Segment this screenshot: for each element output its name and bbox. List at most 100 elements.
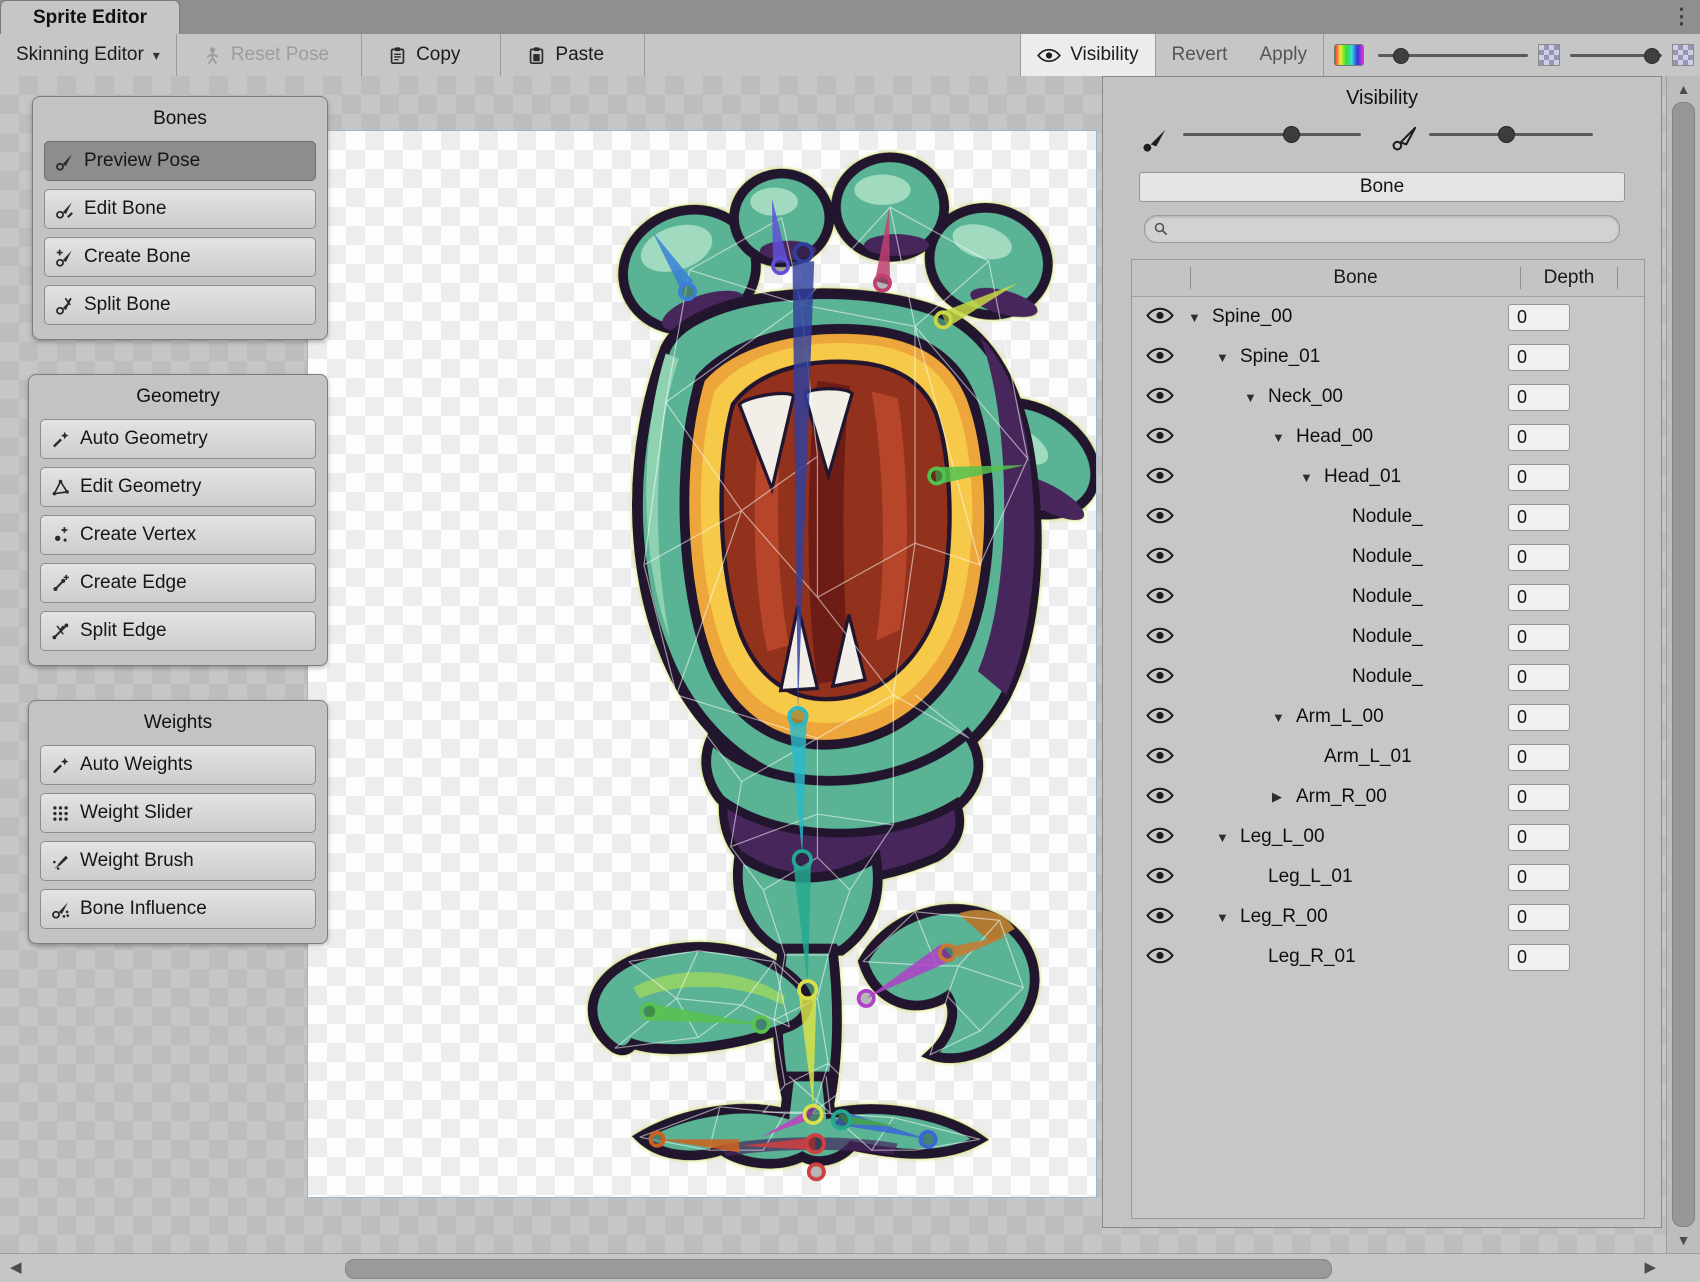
tool-button-bone-influence[interactable]: Bone Influence [40,889,316,929]
visibility-eye-toggle[interactable] [1146,786,1176,808]
scroll-down-arrow-icon[interactable]: ▼ [1667,1232,1700,1248]
depth-input[interactable] [1508,864,1570,891]
bone-row-label[interactable]: Leg_R_01 [1268,946,1508,968]
visibility-eye-toggle[interactable] [1146,546,1176,568]
depth-input[interactable] [1508,464,1570,491]
monster-sprite-with-skeleton[interactable] [308,131,1096,1197]
tool-button-create-edge[interactable]: Create Edge [40,563,316,603]
bone-opacity-slider[interactable] [1183,124,1361,144]
vertical-scrollbar[interactable]: ▲ ▼ [1666,76,1700,1253]
tool-button-preview-pose[interactable]: Preview Pose [44,141,316,181]
bone-row-label[interactable]: Spine_01 [1240,346,1508,368]
depth-input[interactable] [1508,504,1570,531]
scroll-right-arrow-icon[interactable]: ▶ [1644,1258,1656,1276]
bone-row[interactable]: ▼ Neck_00 [1132,377,1644,417]
tool-button-weight-brush[interactable]: Weight Brush [40,841,316,881]
tool-button-edit-geometry[interactable]: Edit Geometry [40,467,316,507]
tool-button-split-bone[interactable]: Split Bone [44,285,316,325]
foldout-arrow-icon[interactable]: ▼ [1216,910,1240,925]
bone-row[interactable]: ▼ Leg_L_00 [1132,817,1644,857]
overlay-opacity-slider[interactable] [1570,45,1662,65]
foldout-arrow-icon[interactable]: ▼ [1272,430,1296,445]
bone-row[interactable]: ▼ Spine_01 [1132,337,1644,377]
visibility-eye-toggle[interactable] [1146,386,1176,408]
depth-input[interactable] [1508,344,1570,371]
bone-row-label[interactable]: Nodule_ [1352,666,1508,688]
bone-search-box[interactable] [1144,215,1620,243]
visibility-eye-toggle[interactable] [1146,906,1176,928]
bone-row[interactable]: Leg_R_01 [1132,937,1644,977]
visibility-eye-toggle[interactable] [1146,426,1176,448]
bone-row-label[interactable]: Head_01 [1324,466,1508,488]
visibility-eye-toggle[interactable] [1146,626,1176,648]
bone-row[interactable]: Nodule_ [1132,657,1644,697]
bone-row-label[interactable]: Leg_R_00 [1240,906,1508,928]
visibility-eye-toggle[interactable] [1146,946,1176,968]
visibility-eye-toggle[interactable] [1146,706,1176,728]
foldout-arrow-icon[interactable]: ▶ [1272,789,1296,805]
foldout-arrow-icon[interactable]: ▼ [1272,710,1296,725]
bone-row-label[interactable]: Nodule_ [1352,546,1508,568]
depth-input[interactable] [1508,704,1570,731]
foldout-arrow-icon[interactable]: ▼ [1300,470,1324,485]
window-menu-icon[interactable]: ⋮ [1671,4,1690,29]
tool-button-edit-bone[interactable]: Edit Bone [44,189,316,229]
bone-row[interactable]: Leg_L_01 [1132,857,1644,897]
slider-knob[interactable] [1498,126,1515,143]
bone-row-label[interactable]: Spine_00 [1212,306,1508,328]
bone-search-input[interactable] [1173,217,1609,241]
depth-input[interactable] [1508,304,1570,331]
revert-button[interactable]: Revert [1156,34,1244,76]
reset-pose-button[interactable]: Reset Pose [187,34,345,76]
bone-row-label[interactable]: Neck_00 [1268,386,1508,408]
horizontal-scroll-thumb[interactable] [345,1259,1332,1279]
bone-row[interactable]: ▼ Spine_00 [1132,297,1644,337]
mesh-opacity-slider[interactable] [1429,124,1593,144]
depth-input[interactable] [1508,584,1570,611]
bone-row[interactable]: Nodule_ [1132,617,1644,657]
bone-row-label[interactable]: Arm_L_00 [1296,706,1508,728]
scroll-left-arrow-icon[interactable]: ◀ [10,1258,22,1276]
slider-knob[interactable] [1393,48,1409,64]
visibility-eye-toggle[interactable] [1146,306,1176,328]
depth-input[interactable] [1508,744,1570,771]
depth-input[interactable] [1508,904,1570,931]
depth-input[interactable] [1508,944,1570,971]
depth-input[interactable] [1508,784,1570,811]
depth-input[interactable] [1508,824,1570,851]
slider-knob[interactable] [1644,48,1660,64]
visibility-eye-toggle[interactable] [1146,466,1176,488]
bone-row[interactable]: ▼ Head_01 [1132,457,1644,497]
vertical-scroll-thumb[interactable] [1672,102,1695,1227]
depth-input[interactable] [1508,424,1570,451]
bone-row-label[interactable]: Nodule_ [1352,586,1508,608]
foldout-arrow-icon[interactable]: ▼ [1216,830,1240,845]
bone-row-label[interactable]: Nodule_ [1352,626,1508,648]
visibility-eye-toggle[interactable] [1146,586,1176,608]
foldout-arrow-icon[interactable]: ▼ [1244,390,1268,405]
visibility-eye-toggle[interactable] [1146,746,1176,768]
tool-button-create-bone[interactable]: Create Bone [44,237,316,277]
depth-input[interactable] [1508,664,1570,691]
bone-row[interactable]: Nodule_ [1132,537,1644,577]
depth-input[interactable] [1508,544,1570,571]
tool-button-auto-weights[interactable]: Auto Weights [40,745,316,785]
bone-tab-button[interactable]: Bone [1139,172,1625,202]
skinning-editor-dropdown[interactable]: Skinning Editor ▾ [0,34,176,76]
depth-input[interactable] [1508,384,1570,411]
bone-row[interactable]: ▼ Arm_L_00 [1132,697,1644,737]
foldout-arrow-icon[interactable]: ▼ [1216,350,1240,365]
bone-row-label[interactable]: Arm_R_00 [1296,786,1508,808]
paste-button[interactable]: Paste [511,34,620,76]
tool-button-auto-geometry[interactable]: Auto Geometry [40,419,316,459]
bone-row[interactable]: ▼ Leg_R_00 [1132,897,1644,937]
tab-sprite-editor[interactable]: Sprite Editor [0,0,180,35]
depth-input[interactable] [1508,624,1570,651]
foldout-arrow-icon[interactable]: ▼ [1188,310,1212,325]
visibility-eye-toggle[interactable] [1146,346,1176,368]
bone-row-label[interactable]: Arm_L_01 [1324,746,1508,768]
bone-row[interactable]: ▶ Arm_R_00 [1132,777,1644,817]
color-swatch-button[interactable] [1334,44,1364,66]
bone-row-label[interactable]: Head_00 [1296,426,1508,448]
bone-row-label[interactable]: Leg_L_01 [1268,866,1508,888]
